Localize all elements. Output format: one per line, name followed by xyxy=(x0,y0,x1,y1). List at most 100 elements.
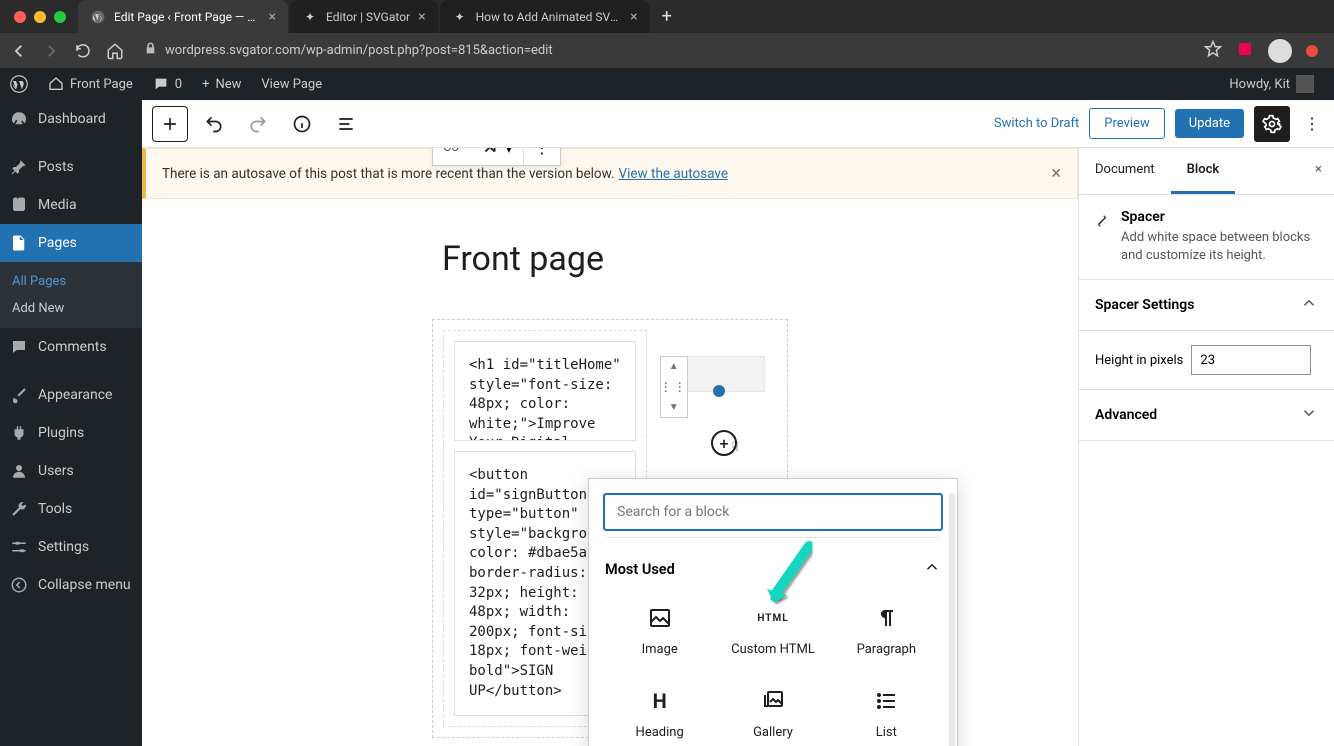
star-icon[interactable] xyxy=(1204,40,1222,62)
image-icon xyxy=(648,606,672,630)
move-down-button[interactable]: ▼ xyxy=(669,402,679,413)
tab-block[interactable]: Block xyxy=(1171,148,1236,194)
block-toolbar: Co ▾ ⋮ xyxy=(432,148,561,166)
user-icon xyxy=(10,462,28,480)
view-page-link[interactable]: View Page xyxy=(251,68,332,100)
block-option-list[interactable]: List xyxy=(830,673,943,746)
window-close-icon[interactable] xyxy=(14,11,26,23)
wordpress-favicon-icon xyxy=(90,9,106,25)
menu-users[interactable]: Users xyxy=(0,452,142,490)
reload-icon[interactable] xyxy=(74,42,92,60)
browser-tab-1[interactable]: Edit Page ‹ Front Page — WordP × xyxy=(78,0,288,33)
browser-tab-2[interactable]: ✦ Editor | SVGator × xyxy=(290,0,438,33)
inserter-section-most-used[interactable]: Most Used xyxy=(603,540,943,590)
wp-admin-bar: Front Page 0 + New View Page Howdy, Kit xyxy=(0,68,1334,100)
chevron-down-icon xyxy=(1300,404,1318,426)
cursor-icon: ☟ xyxy=(731,440,739,455)
menu-posts[interactable]: Posts xyxy=(0,148,142,186)
menu-plugins[interactable]: Plugins xyxy=(0,414,142,452)
toolbar-breadcrumb[interactable]: Co xyxy=(433,148,469,155)
window-minimize-icon[interactable] xyxy=(34,11,46,23)
move-up-button[interactable]: ▲ xyxy=(669,361,679,372)
block-option-paragraph[interactable]: Paragraph xyxy=(830,590,943,673)
paragraph-icon xyxy=(874,606,898,630)
block-option-heading[interactable]: H Heading xyxy=(603,673,716,746)
new-content-link[interactable]: + New xyxy=(192,68,251,100)
comments-count: 0 xyxy=(175,77,182,92)
preview-button[interactable]: Preview xyxy=(1089,108,1164,139)
close-icon[interactable]: × xyxy=(630,9,637,25)
add-block-button[interactable] xyxy=(152,106,188,142)
switch-to-draft-link[interactable]: Switch to Draft xyxy=(994,116,1079,131)
height-input[interactable] xyxy=(1191,345,1311,375)
more-menu-button[interactable]: ⋮ xyxy=(1300,114,1324,133)
pages-icon xyxy=(10,234,28,252)
tab-document[interactable]: Document xyxy=(1079,148,1171,194)
forward-icon[interactable] xyxy=(42,42,60,60)
extension-icon[interactable] xyxy=(1236,40,1254,62)
drag-handle[interactable]: ⋮⋮ xyxy=(660,380,688,394)
home-icon[interactable] xyxy=(106,42,124,60)
plus-icon: + xyxy=(202,77,209,92)
site-name: Front Page xyxy=(70,77,133,92)
browser-tab-3[interactable]: ✦ How to Add Animated SVG to W × xyxy=(440,0,650,33)
block-option-gallery[interactable]: Gallery xyxy=(716,673,829,746)
media-icon xyxy=(10,196,28,214)
address-bar: wordpress.svgator.com/wp-admin/post.php?… xyxy=(0,33,1334,68)
menu-tools[interactable]: Tools xyxy=(0,490,142,528)
menu-settings[interactable]: Settings xyxy=(0,528,142,566)
block-more-button[interactable]: ⋮ xyxy=(524,148,560,165)
submenu-add-new[interactable]: Add New xyxy=(0,295,142,322)
window-controls xyxy=(8,11,78,23)
outline-button[interactable] xyxy=(328,106,364,142)
spacer-settings-panel-toggle[interactable]: Spacer Settings xyxy=(1079,280,1334,331)
block-search-input[interactable] xyxy=(603,493,943,531)
comments-link[interactable]: 0 xyxy=(143,68,192,100)
close-icon[interactable]: × xyxy=(269,9,276,25)
wp-admin-menu: Dashboard Posts Media Pages All Pages Ad… xyxy=(0,100,142,746)
new-tab-button[interactable]: + xyxy=(652,6,682,27)
profile-avatar-icon[interactable] xyxy=(1268,39,1292,63)
block-inserter-popover: Most Used Image HTML Custom HTML xyxy=(588,478,958,746)
advanced-panel-toggle[interactable]: Advanced xyxy=(1079,389,1334,441)
redo-button[interactable] xyxy=(240,106,276,142)
menu-appearance[interactable]: Appearance xyxy=(0,376,142,414)
settings-toggle-button[interactable] xyxy=(1254,106,1290,142)
menu-media[interactable]: Media xyxy=(0,186,142,224)
heading-icon: H xyxy=(653,689,667,713)
url-field[interactable]: wordpress.svgator.com/wp-admin/post.php?… xyxy=(138,38,1190,64)
block-option-image[interactable]: Image xyxy=(603,590,716,673)
menu-collapse[interactable]: Collapse menu xyxy=(0,566,142,604)
submenu-all-pages[interactable]: All Pages xyxy=(0,268,142,295)
tab-title: Editor | SVGator xyxy=(326,10,410,24)
change-block-type-button[interactable]: ▾ xyxy=(469,148,524,165)
howdy-text: Howdy, Kit xyxy=(1229,77,1290,92)
spacer-icon xyxy=(1095,209,1109,233)
spacer-resize-handle[interactable] xyxy=(713,385,725,397)
notice-text: There is an autosave of this post that i… xyxy=(162,166,615,182)
view-autosave-link[interactable]: View the autosave xyxy=(619,166,728,182)
page-title[interactable]: Front page xyxy=(442,239,1078,279)
back-icon[interactable] xyxy=(10,42,28,60)
menu-comments[interactable]: Comments xyxy=(0,328,142,366)
list-icon xyxy=(874,689,898,713)
html-icon: HTML xyxy=(757,613,788,624)
site-name-link[interactable]: Front Page xyxy=(38,68,143,100)
inserter-scrollbar[interactable] xyxy=(949,493,955,746)
info-button[interactable] xyxy=(284,106,320,142)
close-icon[interactable]: × xyxy=(418,9,425,25)
menu-dashboard[interactable]: Dashboard xyxy=(0,100,142,138)
block-option-custom-html[interactable]: HTML Custom HTML xyxy=(716,590,829,673)
close-sidebar-button[interactable]: × xyxy=(1303,148,1334,194)
avatar-icon xyxy=(1296,75,1314,93)
account-menu[interactable]: Howdy, Kit xyxy=(1219,68,1324,100)
record-indicator-icon[interactable] xyxy=(1306,45,1318,57)
menu-pages[interactable]: Pages xyxy=(0,224,142,262)
wrench-icon xyxy=(10,500,28,518)
undo-button[interactable] xyxy=(196,106,232,142)
window-maximize-icon[interactable] xyxy=(54,11,66,23)
custom-html-block-1[interactable]: <h1 id="titleHome" style="font-size: 48p… xyxy=(454,341,636,441)
update-button[interactable]: Update xyxy=(1175,109,1244,138)
dismiss-notice-button[interactable]: × xyxy=(1051,163,1061,184)
wp-logo-menu[interactable] xyxy=(0,68,38,100)
